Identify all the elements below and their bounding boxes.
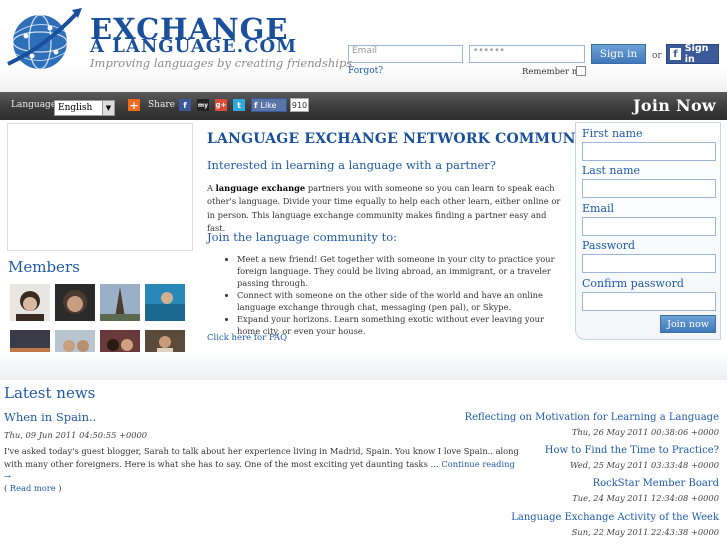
join-now-heading[interactable]: Join Now	[633, 96, 716, 115]
language-select[interactable]: English ▼	[54, 100, 115, 116]
confirm-password-input[interactable]	[582, 292, 716, 311]
facebook-icon: f	[254, 100, 258, 110]
benefits-list: Meet a new friend! Get together with som…	[237, 253, 567, 337]
chevron-down-icon: ▼	[102, 101, 114, 115]
news-side-date: Tue, 24 May 2011 12:34:08 +0000	[572, 493, 719, 503]
list-item: Connect with someone on the other side o…	[237, 289, 567, 313]
or-text: or	[652, 51, 662, 61]
news-side-title[interactable]: Reflecting on Motivation for Learning a …	[465, 412, 719, 423]
facebook-signin-button[interactable]: f Sign in	[666, 43, 719, 65]
facebook-like-button[interactable]: f Like	[251, 98, 287, 112]
section-divider	[0, 352, 727, 380]
join-now-button[interactable]: Join now	[660, 315, 716, 333]
tagline: Improving languages by creating friendsh…	[90, 56, 353, 70]
addthis-plus-icon[interactable]: +	[128, 99, 140, 112]
read-more-link[interactable]: Read more	[10, 483, 56, 493]
globe-logo-icon[interactable]	[6, 6, 84, 72]
first-name-input[interactable]	[582, 142, 716, 161]
signup-form: First name Last name Email Password Conf…	[575, 122, 721, 340]
news-side-title[interactable]: Language Exchange Activity of the Week	[511, 512, 719, 523]
list-item: Meet a new friend! Get together with som…	[237, 253, 567, 289]
google-icon[interactable]: g+	[215, 99, 227, 111]
news-side-date: Wed, 25 May 2011 03:33:48 +0000	[569, 460, 719, 470]
first-name-label: First name	[582, 127, 643, 140]
member-avatar[interactable]	[55, 284, 95, 321]
last-name-label: Last name	[582, 164, 641, 177]
facebook-signin-label: Sign in	[684, 43, 709, 65]
read-more: ( Read more )	[4, 483, 62, 493]
news-post-excerpt: I've asked today's guest blogger, Sarah …	[4, 446, 519, 481]
password-input[interactable]	[582, 254, 716, 273]
latest-news-title: Latest news	[4, 384, 96, 402]
share-label[interactable]: Share	[148, 100, 175, 110]
intro-paragraph: A language exchange partners you with so…	[207, 183, 561, 233]
facebook-icon[interactable]: f	[179, 99, 191, 111]
logo-subtitle[interactable]: A LANGUAGE.COM	[90, 36, 297, 57]
facebook-icon: f	[670, 48, 681, 60]
intro-heading: Interested in learning a language with a…	[207, 158, 496, 172]
like-label: Like	[260, 100, 277, 110]
email-input[interactable]	[582, 217, 716, 236]
member-avatar[interactable]	[100, 284, 140, 321]
language-label: Language:	[11, 100, 60, 110]
members-title: Members	[8, 258, 80, 276]
site-header: EXCHANGE A LANGUAGE.COM Improving langua…	[0, 0, 727, 92]
twitter-icon[interactable]: t	[233, 99, 245, 111]
login-password-input[interactable]: ••••••	[469, 45, 585, 63]
news-side-date: Sun, 22 May 2011 22:43:38 +0000	[571, 527, 719, 537]
signin-button[interactable]: Sign in	[591, 44, 646, 64]
language-select-value: English	[58, 103, 93, 113]
ad-box	[7, 123, 193, 251]
news-post-title[interactable]: When in Spain..	[4, 410, 96, 424]
myspace-icon[interactable]: my	[197, 99, 209, 111]
toolbar: Language: English ▼ + Share f my g+ t f …	[0, 92, 727, 120]
remember-me-checkbox[interactable]	[576, 66, 586, 76]
news-post-date: Thu, 09 Jun 2011 04:50:55 +0000	[4, 430, 148, 440]
like-count: 910	[290, 98, 309, 112]
join-community-heading: Join the language community to:	[207, 230, 398, 244]
password-label: Password	[582, 239, 636, 252]
member-avatar[interactable]	[145, 284, 185, 321]
news-side-title[interactable]: How to Find the Time to Practice?	[545, 445, 719, 456]
member-avatar[interactable]	[10, 284, 50, 321]
page-title: LANGUAGE EXCHANGE NETWORK COMMUNITY	[207, 131, 604, 147]
language-exchange-bold: language exchange	[215, 183, 306, 193]
forgot-password-link[interactable]: Forgot?	[348, 66, 383, 76]
email-label: Email	[582, 202, 615, 215]
faq-link[interactable]: Click here for FAQ	[207, 333, 287, 343]
news-side-date: Thu, 26 May 2011 00:38:06 +0000	[571, 427, 719, 437]
last-name-input[interactable]	[582, 179, 716, 198]
confirm-password-label: Confirm password	[582, 277, 684, 290]
login-email-input[interactable]: Email	[348, 45, 463, 63]
news-side-title[interactable]: RockStar Member Board	[593, 478, 719, 489]
